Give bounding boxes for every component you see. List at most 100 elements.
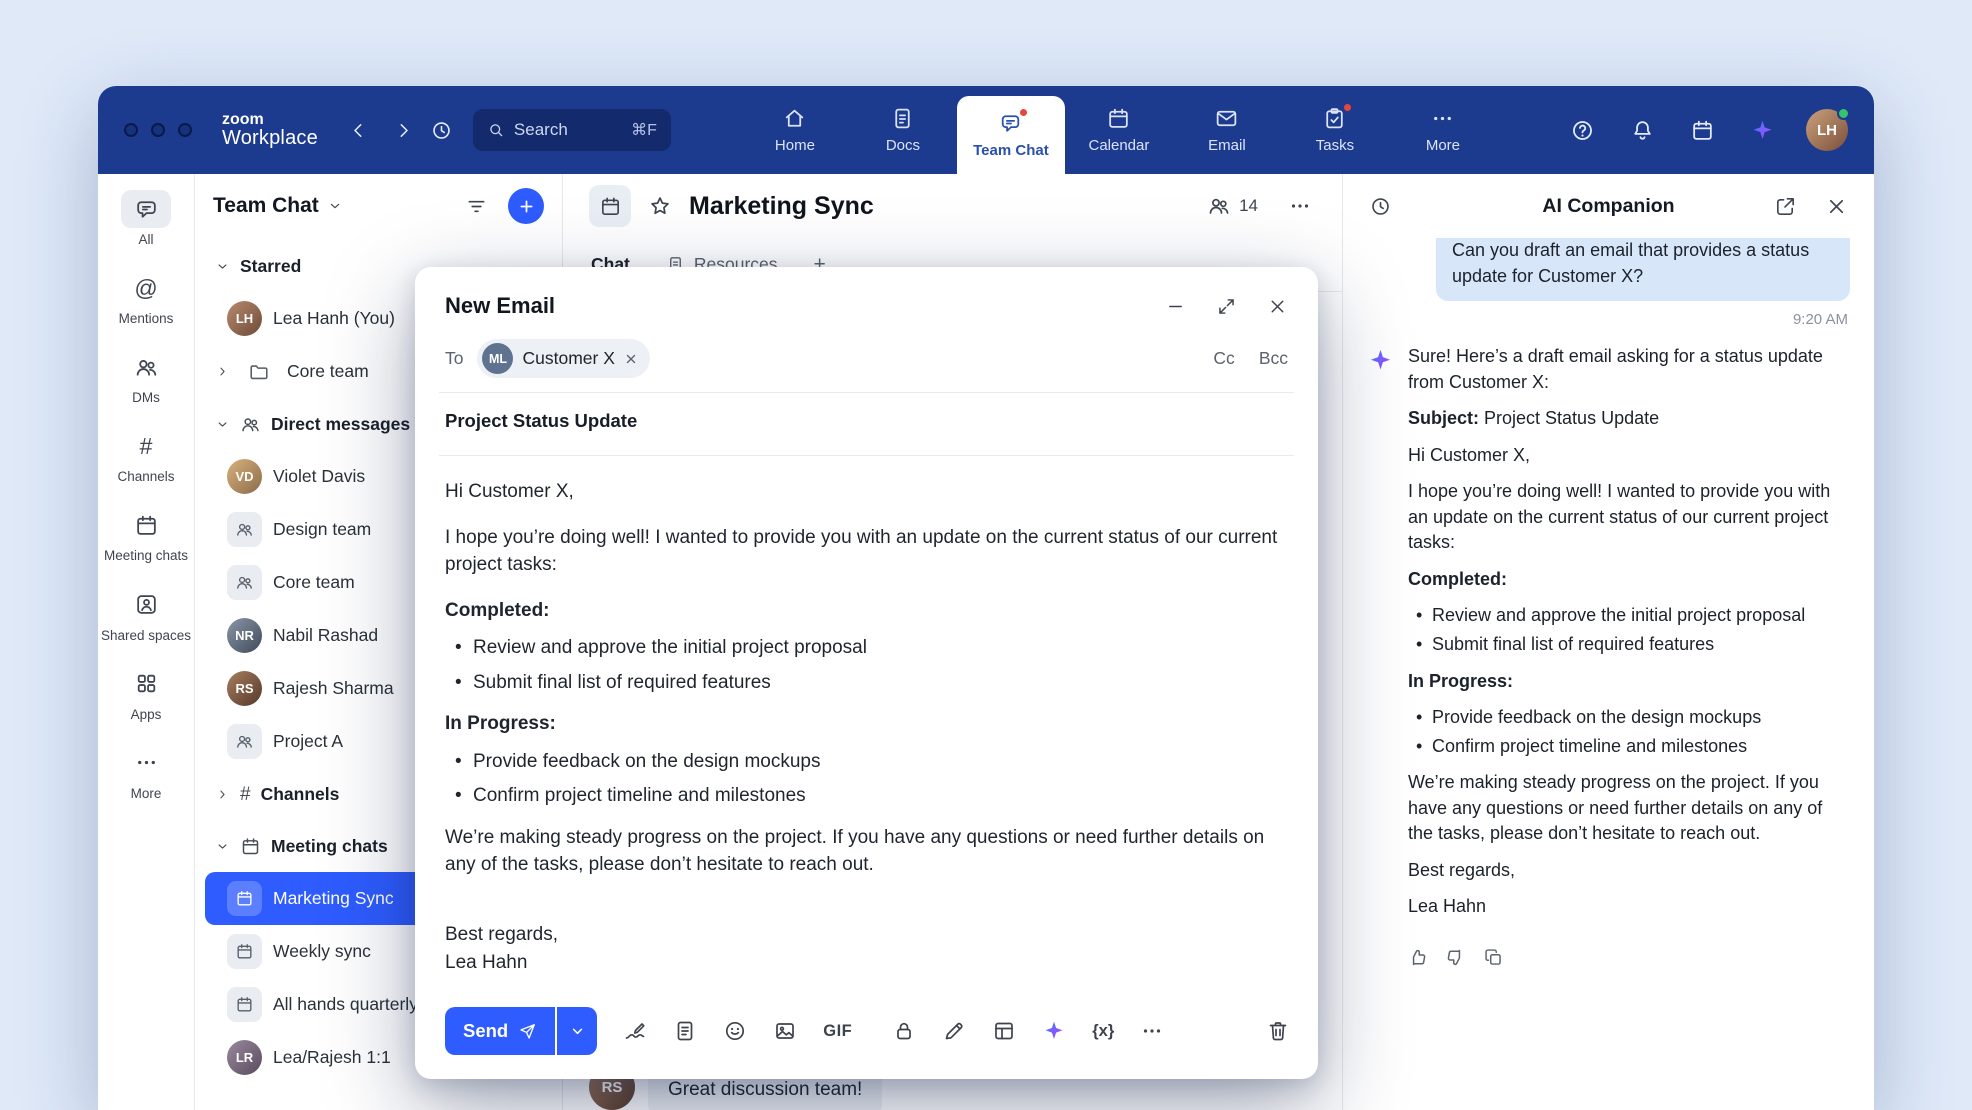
ai-body-intro: I hope you’re doing well! I wanted to pr…	[1408, 479, 1846, 556]
notifications-button[interactable]	[1626, 114, 1659, 147]
plus-icon	[517, 197, 536, 216]
channel-more-button[interactable]	[1284, 190, 1316, 222]
star-channel-button[interactable]	[644, 190, 676, 222]
back-button[interactable]	[344, 116, 373, 145]
close-icon	[1825, 195, 1848, 218]
rail-item-meeting-chats[interactable]: Meeting chats	[100, 506, 192, 563]
calendar-icon	[235, 889, 254, 908]
rail-item-all[interactable]: All	[100, 190, 192, 247]
ai-compose-button[interactable]	[1042, 1019, 1066, 1043]
code-snippet-button[interactable]: {x}	[1092, 1022, 1114, 1041]
member-count: 14	[1239, 196, 1258, 216]
cc-button[interactable]: Cc	[1213, 348, 1234, 369]
nav-home[interactable]: Home	[741, 86, 849, 174]
chat-item-label: Rajesh Sharma	[273, 678, 394, 699]
nav-docs[interactable]: Docs	[849, 86, 957, 174]
encrypt-button[interactable]	[892, 1019, 916, 1043]
zoom-window-button[interactable]	[178, 123, 192, 137]
ai-history-button[interactable]	[1365, 191, 1396, 222]
help-button[interactable]	[1566, 114, 1599, 147]
ai-popout-button[interactable]	[1770, 191, 1801, 222]
timestamp: 9:20 AM	[1369, 311, 1848, 328]
nav-calendar[interactable]: Calendar	[1065, 86, 1173, 174]
attach-file-button[interactable]	[673, 1019, 697, 1043]
thumbs-down-button[interactable]	[1445, 947, 1466, 971]
thumbs-up-button[interactable]	[1407, 947, 1428, 971]
send-label: Send	[463, 1020, 508, 1042]
history-button[interactable]	[426, 115, 457, 146]
chat-item-label: Core team	[273, 572, 355, 593]
signature-button[interactable]	[623, 1019, 647, 1043]
email-greeting: Hi Customer X,	[445, 478, 1288, 506]
ai-bullet: Provide feedback on the design mockups	[1408, 705, 1846, 731]
recipient-avatar: ML	[482, 343, 513, 374]
user-avatar[interactable]: LH	[1806, 109, 1848, 151]
email-body-editor[interactable]: Hi Customer X, I hope you’re doing well!…	[415, 456, 1318, 991]
calendar-quick-button[interactable]	[1686, 114, 1719, 147]
ai-companion-button[interactable]	[1746, 114, 1779, 147]
nav-email[interactable]: Email	[1173, 86, 1281, 174]
close-window-button[interactable]	[124, 123, 138, 137]
bcc-button[interactable]: Bcc	[1259, 348, 1288, 369]
sidebar-title: Team Chat	[213, 194, 319, 218]
compose-toolbar: Send GIF	[415, 991, 1318, 1079]
send-options-button[interactable]	[557, 1007, 597, 1055]
send-button[interactable]: Send	[445, 1007, 555, 1055]
template-button[interactable]	[992, 1019, 1016, 1043]
rail-item-more[interactable]: More	[100, 744, 192, 801]
insert-image-button[interactable]	[773, 1019, 797, 1043]
ai-bullet: Submit final list of required features	[1408, 632, 1846, 658]
email-signature: Lea Hahn	[445, 949, 1288, 977]
lock-icon	[892, 1019, 916, 1043]
filter-icon	[465, 195, 488, 218]
edit-format-button[interactable]	[942, 1019, 966, 1043]
rail-item-mentions[interactable]: @ Mentions	[100, 269, 192, 326]
rail-item-apps[interactable]: Apps	[100, 665, 192, 722]
sidebar-title-dropdown[interactable]: Team Chat	[213, 194, 343, 218]
recipient-chip[interactable]: ML Customer X	[477, 339, 649, 378]
members-button[interactable]: 14	[1207, 194, 1258, 218]
hash-icon: #	[140, 435, 153, 458]
emoji-button[interactable]	[723, 1019, 747, 1043]
email-outro: We’re making steady progress on the proj…	[445, 824, 1288, 879]
gif-button[interactable]: GIF	[823, 1022, 852, 1041]
logo-zoom: zoom	[222, 111, 318, 128]
ai-close-button[interactable]	[1821, 191, 1852, 222]
meeting-badge[interactable]	[589, 185, 631, 227]
nav-tasks[interactable]: Tasks	[1281, 86, 1389, 174]
online-status-dot	[1837, 107, 1850, 120]
remove-recipient-button[interactable]	[624, 352, 638, 366]
close-compose-button[interactable]	[1267, 296, 1288, 317]
section-label: Direct messages	[271, 414, 410, 435]
chat-bubble-icon	[134, 197, 159, 222]
expand-compose-button[interactable]	[1216, 296, 1237, 317]
meeting-avatar	[227, 987, 262, 1022]
filter-button[interactable]	[461, 191, 492, 222]
minimize-compose-button[interactable]	[1165, 296, 1186, 317]
copy-button[interactable]	[1483, 947, 1504, 971]
email-intro: I hope you’re doing well! I wanted to pr…	[445, 524, 1288, 579]
section-label: Meeting chats	[271, 836, 388, 857]
rail-item-shared-spaces[interactable]: Shared spaces	[100, 586, 192, 643]
chat-item-label: Marketing Sync	[273, 888, 394, 909]
ai-sparkle-icon	[1367, 347, 1394, 374]
nav-more[interactable]: More	[1389, 86, 1497, 174]
chat-item-label: All hands quarterly	[273, 994, 418, 1015]
rail-item-dms[interactable]: DMs	[100, 348, 192, 405]
toolbar-more-button[interactable]	[1140, 1019, 1164, 1043]
chevron-down-icon	[569, 1023, 586, 1040]
search-input[interactable]: Search ⌘F	[473, 109, 671, 151]
recipient-row[interactable]: To ML Customer X Cc Bcc	[415, 331, 1318, 386]
new-chat-button[interactable]	[508, 188, 544, 224]
discard-draft-button[interactable]	[1266, 1019, 1290, 1043]
subject-input[interactable]: Project Status Update	[415, 393, 1318, 449]
image-icon	[773, 1019, 797, 1043]
chevron-right-icon	[393, 120, 414, 141]
nav-team-chat[interactable]: Team Chat	[957, 96, 1065, 174]
chat-item-label: Weekly sync	[273, 941, 371, 962]
rail-item-channels[interactable]: # Channels	[100, 427, 192, 484]
rail-label: More	[131, 786, 162, 801]
forward-button[interactable]	[389, 116, 418, 145]
rail-label: Mentions	[119, 311, 174, 326]
minimize-window-button[interactable]	[151, 123, 165, 137]
